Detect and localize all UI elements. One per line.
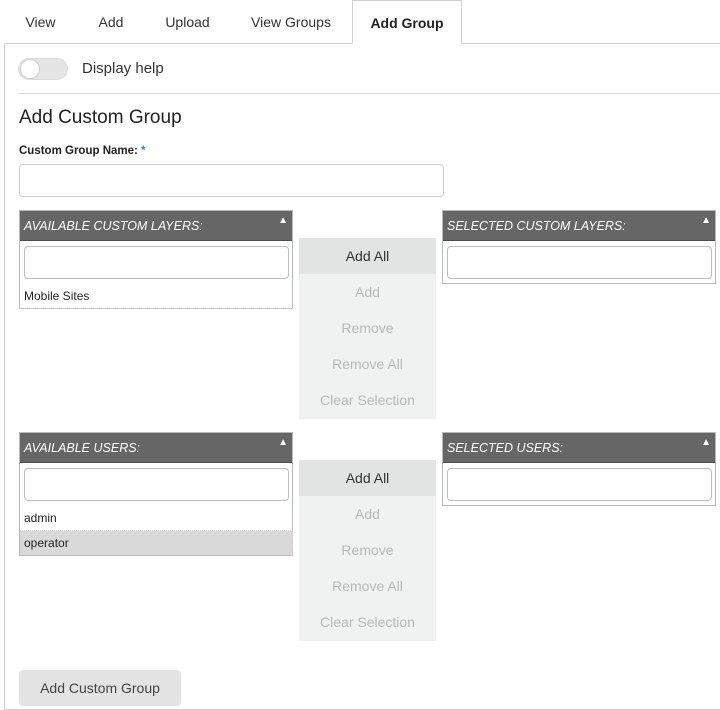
available-layers-filter[interactable] [24, 246, 289, 279]
selected-users-header[interactable]: SELECTED USERS: ▲ [443, 433, 715, 463]
tab-upload[interactable]: Upload [145, 0, 230, 44]
selected-layers-header[interactable]: SELECTED CUSTOM LAYERS: ▲ [443, 211, 715, 241]
available-layers-header[interactable]: AVAILABLE CUSTOM LAYERS: ▲ [20, 211, 292, 241]
available-users-list: AVAILABLE USERS: ▲ admin operator [19, 432, 293, 556]
remove-button[interactable]: Remove [299, 532, 436, 568]
available-users-filter[interactable] [24, 468, 289, 501]
clear-selection-button[interactable]: Clear Selection [299, 604, 436, 640]
header-label: AVAILABLE CUSTOM LAYERS: [24, 219, 203, 233]
add-all-button[interactable]: Add All [299, 460, 436, 496]
add-custom-group-button[interactable]: Add Custom Group [19, 670, 181, 706]
header-label: SELECTED USERS: [447, 441, 564, 455]
available-users-header[interactable]: AVAILABLE USERS: ▲ [20, 433, 292, 463]
remove-all-button[interactable]: Remove All [299, 568, 436, 604]
field-label-text: Custom Group Name: [19, 145, 138, 157]
header-label: SELECTED CUSTOM LAYERS: [447, 219, 626, 233]
remove-all-button[interactable]: Remove All [299, 346, 436, 382]
required-marker: * [141, 145, 146, 157]
list-item-operator[interactable]: operator [20, 531, 293, 556]
tab-view-groups[interactable]: View Groups [230, 0, 352, 44]
list-item-admin[interactable]: admin [20, 506, 293, 531]
display-help-label: Display help [82, 60, 164, 77]
triangle-up-icon[interactable]: ▲ [278, 206, 288, 236]
remove-button[interactable]: Remove [299, 310, 436, 346]
users-actions: Add All Add Remove Remove All Clear Sele… [299, 460, 436, 641]
layers-actions: Add All Add Remove Remove All Clear Sele… [299, 238, 436, 419]
selected-users-list: SELECTED USERS: ▲ [442, 432, 716, 506]
add-all-button[interactable]: Add All [299, 238, 436, 274]
add-button[interactable]: Add [299, 496, 436, 532]
triangle-up-icon[interactable]: ▲ [701, 206, 711, 236]
list-item-mobile-sites[interactable]: Mobile Sites [20, 284, 293, 309]
tab-view[interactable]: View [4, 0, 77, 44]
display-help-toggle[interactable] [18, 58, 68, 80]
divider [18, 93, 720, 94]
header-label: AVAILABLE USERS: [24, 441, 141, 455]
selected-users-filter[interactable] [447, 468, 712, 501]
available-layers-list: AVAILABLE CUSTOM LAYERS: ▲ Mobile Sites [19, 210, 293, 309]
selected-layers-list: SELECTED CUSTOM LAYERS: ▲ [442, 210, 716, 284]
triangle-up-icon[interactable]: ▲ [701, 428, 711, 458]
clear-selection-button[interactable]: Clear Selection [299, 382, 436, 418]
custom-group-name-input[interactable] [19, 164, 444, 197]
tab-add-group[interactable]: Add Group [352, 0, 462, 44]
panel-border [4, 43, 5, 710]
custom-group-name-label: Custom Group Name: * [19, 145, 146, 157]
triangle-up-icon[interactable]: ▲ [278, 428, 288, 458]
toggle-knob [20, 59, 40, 79]
add-button[interactable]: Add [299, 274, 436, 310]
page-title: Add Custom Group [19, 107, 182, 128]
selected-layers-filter[interactable] [447, 246, 712, 279]
tab-add[interactable]: Add [77, 0, 145, 44]
